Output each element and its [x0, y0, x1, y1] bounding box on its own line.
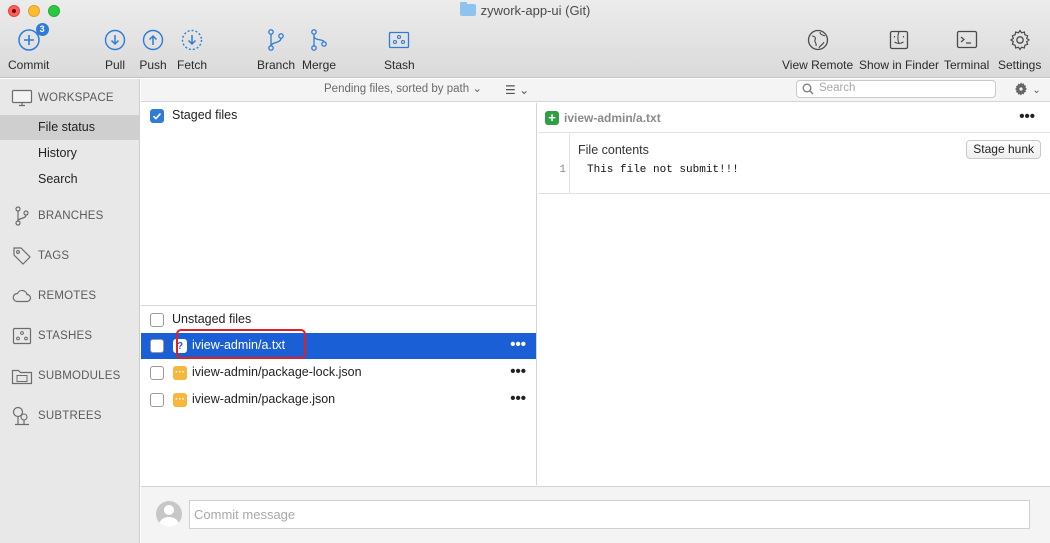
commit-bar: [141, 486, 1050, 543]
stash-button[interactable]: Stash: [384, 26, 415, 74]
chevron-down-icon: ⌄: [519, 83, 530, 97]
list-icon: ☰: [505, 83, 516, 97]
window-title: zywork-app-ui (Git): [0, 2, 1050, 18]
tag-icon: [11, 246, 33, 266]
staged-files-checkbox[interactable]: [150, 109, 164, 123]
code-line: This file not submit!!!: [587, 164, 739, 176]
settings-button[interactable]: Settings: [998, 26, 1041, 74]
diff-file-path: iview-admin/a.txt: [564, 111, 661, 125]
cloud-icon: [11, 286, 33, 306]
more-options-icon[interactable]: •••: [510, 390, 526, 407]
view-remote-button[interactable]: View Remote: [782, 26, 853, 74]
file-checkbox[interactable]: [150, 366, 164, 380]
push-button[interactable]: Push: [139, 26, 167, 74]
merge-icon: [305, 26, 333, 54]
stash-icon: [11, 326, 33, 346]
commit-icon: 3: [15, 23, 49, 54]
finder-icon: [885, 26, 913, 54]
file-row[interactable]: ··· iview-admin/package.json •••: [141, 387, 536, 413]
chevron-down-icon: ⌄: [1032, 85, 1041, 96]
modified-status-icon: ···: [173, 366, 187, 380]
gear-icon: [1013, 82, 1032, 100]
unstaged-files-checkbox[interactable]: [150, 313, 164, 327]
modified-status-icon: ···: [173, 393, 187, 407]
file-checkbox[interactable]: [150, 393, 164, 407]
divider: [141, 305, 537, 306]
pull-button[interactable]: Pull: [101, 26, 129, 74]
file-name: iview-admin/package.json: [192, 392, 336, 406]
checkmark-icon: [152, 113, 162, 120]
sidebar-group-tags[interactable]: TAGS: [0, 244, 140, 268]
globe-icon: [804, 26, 832, 54]
fetch-button[interactable]: Fetch: [177, 26, 207, 74]
diff-hunk: 1 File contents Stage hunk This file not…: [538, 134, 1050, 194]
sidebar-item-search[interactable]: Search: [0, 167, 140, 192]
terminal-icon: [953, 26, 981, 54]
search-icon: [802, 83, 814, 98]
sidebar-group-stashes[interactable]: STASHES: [0, 324, 140, 348]
sidebar-item-history[interactable]: History: [0, 141, 140, 166]
branch-button[interactable]: Branch: [257, 26, 295, 74]
monitor-icon: [11, 88, 33, 108]
push-icon: [139, 26, 167, 54]
branch-icon: [11, 206, 33, 226]
line-number-gutter: 1: [538, 134, 570, 194]
sidebar-group-submodules[interactable]: SUBMODULES: [0, 364, 140, 388]
gear-icon: [1006, 26, 1034, 54]
sidebar-group-workspace[interactable]: WORKSPACE: [0, 86, 140, 110]
commit-count-badge: 3: [35, 23, 49, 36]
more-options-icon[interactable]: •••: [1019, 108, 1035, 125]
hunk-title: File contents: [578, 143, 649, 157]
toolbar: zywork-app-ui (Git) 3 Commit Pull Push F…: [0, 0, 1050, 78]
merge-button[interactable]: Merge: [302, 26, 336, 74]
stash-icon: [385, 26, 413, 54]
show-in-finder-button[interactable]: Show in Finder: [859, 26, 939, 74]
staged-files-label: Staged files: [172, 108, 238, 122]
options-menu-button[interactable]: ⌄: [1013, 81, 1041, 100]
more-options-icon[interactable]: •••: [510, 336, 526, 353]
unstaged-files-label: Unstaged files: [172, 312, 252, 326]
file-list-pane: Staged files Unstaged files ? iview-admi…: [141, 103, 537, 485]
diff-pane: + iview-admin/a.txt ••• 1 File contents …: [538, 103, 1050, 485]
more-options-icon[interactable]: •••: [510, 363, 526, 380]
search-field[interactable]: Search: [796, 80, 996, 98]
commit-message-input[interactable]: [189, 500, 1030, 529]
file-name: iview-admin/package-lock.json: [192, 365, 362, 379]
commit-button[interactable]: 3 Commit: [8, 23, 49, 74]
fetch-icon: [178, 26, 206, 54]
folder-icon: [459, 2, 476, 16]
sidebar-item-file-status[interactable]: File status: [0, 115, 140, 140]
file-checkbox[interactable]: [150, 339, 164, 353]
file-row[interactable]: ··· iview-admin/package-lock.json •••: [141, 360, 536, 386]
view-mode-dropdown[interactable]: ☰ ⌄: [505, 83, 529, 97]
chevron-down-icon: ⌄: [472, 83, 482, 95]
line-number: 1: [559, 164, 566, 176]
added-file-icon: +: [545, 111, 559, 125]
diff-header: + iview-admin/a.txt •••: [538, 103, 1050, 133]
sidebar-group-branches[interactable]: BRANCHES: [0, 204, 140, 228]
avatar: [156, 501, 182, 527]
sidebar-group-subtrees[interactable]: SUBTREES: [0, 404, 140, 428]
stage-hunk-button[interactable]: Stage hunk: [966, 140, 1041, 159]
subtree-icon: [11, 406, 33, 426]
folder-icon: [11, 366, 33, 386]
sort-dropdown[interactable]: Pending files, sorted by path ⌄: [324, 81, 482, 95]
sidebar-group-remotes[interactable]: REMOTES: [0, 284, 140, 308]
annotation-highlight-box: [176, 329, 306, 359]
terminal-button[interactable]: Terminal: [944, 26, 989, 74]
pull-icon: [101, 26, 129, 54]
sidebar: WORKSPACE File status History Search BRA…: [0, 79, 140, 543]
branch-icon: [262, 26, 290, 54]
